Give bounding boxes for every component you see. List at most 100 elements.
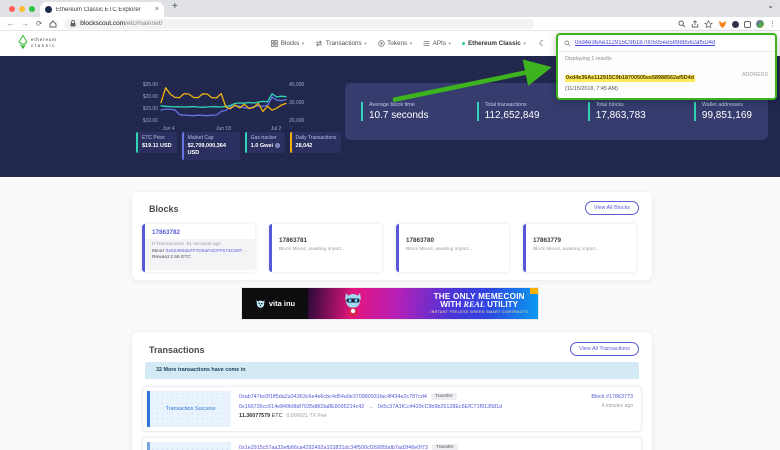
transaction-row[interactable]: Transaction Success 0xab747bc0f1ff5da2a3…	[142, 386, 642, 432]
browser-toolbar-right: ⋮	[678, 17, 776, 31]
result-address-highlighted[interactable]: 0xd4e36Ae112915C9b18700505ee58988562af5D…	[565, 75, 695, 82]
lock-icon	[70, 20, 76, 27]
market-history-chart: $25.00$20.00$15.00$10.0040,00030,00020,0…	[136, 76, 320, 134]
tab-title: Ethereum Classic ETC Explorer	[56, 7, 152, 13]
network-status-dot	[462, 42, 466, 46]
bookmark-star-icon[interactable]	[704, 20, 713, 29]
chevron-down-icon: ▾	[302, 41, 305, 47]
profile-avatar[interactable]	[756, 20, 764, 28]
window-close-button[interactable]	[9, 6, 15, 12]
tokens-icon	[378, 40, 385, 47]
transaction-hash-link[interactable]: 0xab747bc0f1ff5da2a34363c6e4e6cbc4d54a0e…	[239, 394, 427, 400]
ad-headline: THE ONLY MEMECOIN WITH REAL UTILITY INST…	[430, 293, 528, 315]
transaction-row[interactable]: 0x1e2915c57aa32efb66ca4292492a103831dc34…	[142, 437, 642, 450]
view-all-blocks-button[interactable]: View All Blocks	[585, 201, 639, 215]
vita-inu-dog-icon	[255, 299, 266, 309]
result-type-label: ADDRESS	[742, 72, 768, 78]
transaction-details: 0x1e2915c57aa32efb66ca4292492a103831dc34…	[235, 438, 641, 450]
forward-button[interactable]: →	[22, 19, 30, 28]
transaction-meta: Block #17863773 4 minutes ago	[563, 387, 641, 431]
etc-logo[interactable]: ethereum classic	[18, 35, 57, 50]
new-tab-button[interactable]: +	[172, 1, 178, 12]
ad-brand-section: vita inu	[242, 288, 308, 319]
ad-brand-name: vita inu	[269, 299, 295, 308]
tab-favicon	[45, 6, 52, 13]
transaction-age: 4 minutes ago	[563, 403, 633, 409]
block-card[interactable]: 17863781 Block Mined, awaiting import...	[269, 224, 382, 272]
logo-wordmark: ethereum classic	[31, 37, 57, 48]
svg-text:$15.00: $15.00	[143, 106, 159, 112]
url-path: /etc/mainnet/	[125, 20, 162, 27]
transactions-icon	[315, 40, 323, 47]
block-link[interactable]: Block #17863773	[563, 394, 633, 400]
metamask-extension-icon[interactable]	[718, 20, 727, 29]
stat-total-blocks: Total blocks 17,863,783	[588, 102, 646, 121]
block-card-featured[interactable]: 17863782 0 Transactions 51 seconds ago M…	[142, 224, 255, 272]
chevron-down-icon: ▾	[448, 41, 451, 47]
tab-close-icon[interactable]: ×	[155, 6, 159, 13]
reload-button[interactable]: ⟳	[36, 19, 42, 28]
to-address-link[interactable]: 0x5c37A1fCc4429cC9b9b25128Ec5EfC71f91358…	[378, 404, 502, 410]
svg-text:30,000: 30,000	[289, 100, 305, 106]
stat-card-gas-tracker: Gas tracker 1.0 Gwei i	[245, 132, 285, 153]
menu-item-blocks[interactable]: Blocks▾	[271, 40, 304, 47]
ad-mascot-dog	[340, 291, 366, 318]
ad-banner[interactable]: vita inu THE ONLY MEMECOIN WITH REAL UTI…	[241, 287, 539, 320]
block-number-link[interactable]: 17863782	[145, 224, 255, 239]
ad-choice-badge[interactable]	[530, 288, 538, 294]
dark-mode-toggle-moon-icon[interactable]: ☾	[539, 39, 546, 48]
chevron-down-icon: ▾	[410, 41, 413, 47]
svg-text:$20.00: $20.00	[143, 94, 159, 100]
from-address-link[interactable]: 0x166736cc614e849b9b87035d803a8E8095214c…	[239, 404, 364, 410]
stat-wallet-addresses: Wallet addresses 99,851,169	[694, 102, 752, 121]
miner-address-link[interactable]: 0x0239bda7F7D5aF4CFF574C507bb...	[166, 249, 248, 254]
browser-tab[interactable]: Ethereum Classic ETC Explorer ×	[40, 2, 164, 17]
transactions-title: Transactions	[149, 345, 205, 355]
apis-icon	[423, 40, 430, 47]
stat-card-daily-transactions: Daily Transactions 28,042	[290, 132, 342, 153]
menu-item-apis[interactable]: APIs▾	[423, 40, 451, 47]
back-button[interactable]: ←	[7, 19, 15, 28]
share-icon[interactable]	[691, 20, 699, 28]
transaction-type-chip: Transfer	[432, 444, 458, 450]
stat-card-market-cap: Market Cap $2,709,000,364 USD	[182, 132, 240, 160]
browser-tab-strip: Ethereum Classic ETC Explorer × + ⌄	[0, 0, 780, 17]
transaction-status-badge	[147, 442, 231, 450]
results-summary: Displaying 1 results	[565, 56, 768, 62]
arrow-right-icon: →	[368, 404, 373, 410]
search-result-item[interactable]: 0xd4e36Ae112915C9b18700505ee58988562af5D…	[565, 66, 768, 92]
block-card[interactable]: 17863780 Block Mined, awaiting import...	[396, 224, 509, 272]
menu-item-tokens[interactable]: Tokens▾	[378, 40, 412, 47]
annotation-arrow	[385, 58, 557, 106]
search-icon[interactable]	[678, 20, 686, 28]
block-details: 0 Transactions 51 seconds ago Miner 0x02…	[145, 239, 255, 270]
tx-fee: 0.000021 TX Fee	[286, 413, 326, 419]
browser-window: Ethereum Classic ETC Explorer × + ⌄ ← → …	[0, 0, 780, 450]
url-domain: blockscout.com	[80, 20, 125, 27]
chevron-down-icon: ▾	[523, 41, 526, 47]
svg-text:20,000: 20,000	[289, 118, 305, 124]
window-minimize-button[interactable]	[19, 6, 25, 12]
block-card[interactable]: 17863779 Block Mined, awaiting import...	[523, 224, 636, 272]
tab-search-chevron-icon[interactable]: ⌄	[767, 1, 774, 10]
search-box-annotated: 0xd4e36Ae112915C9b18700505ee58988562af5D…	[556, 33, 777, 100]
info-icon[interactable]: i	[275, 143, 280, 148]
window-zoom-button[interactable]	[29, 6, 35, 12]
blocks-title: Blocks	[149, 204, 179, 214]
view-all-transactions-button[interactable]: View All Transactions	[570, 342, 639, 356]
menu-item-transactions[interactable]: Transactions▾	[315, 40, 366, 47]
mini-stat-cards: ETC Price $19.11 USD Market Cap $2,709,0…	[136, 132, 341, 160]
extensions-puzzle-icon[interactable]	[744, 21, 751, 28]
search-input[interactable]: 0xd4e36Ae112915C9b18700505ee58988562af5D…	[558, 35, 775, 52]
home-icon[interactable]	[49, 20, 57, 28]
menu-item-network[interactable]: Ethereum Classic▾	[462, 40, 526, 47]
stat-card-etc-price: ETC Price $19.11 USD	[136, 132, 177, 153]
chrome-menu-icon[interactable]: ⋮	[769, 20, 776, 28]
extension-icon[interactable]	[732, 21, 739, 28]
search-query-text: 0xd4e36Ae112915C9b18700505ee58988562af5D…	[575, 40, 715, 46]
address-bar[interactable]: blockscout.com/etc/mainnet/	[64, 19, 534, 29]
new-transactions-notice[interactable]: 32 More transactions have come in	[145, 362, 639, 379]
transaction-hash-link[interactable]: 0x1e2915c57aa32efb66ca4292492a103831dc34…	[239, 445, 428, 450]
blocks-icon	[271, 40, 278, 47]
transaction-details: 0xab747bc0f1ff5da2a34363c6e4e6cbc4d54a0e…	[235, 387, 563, 431]
